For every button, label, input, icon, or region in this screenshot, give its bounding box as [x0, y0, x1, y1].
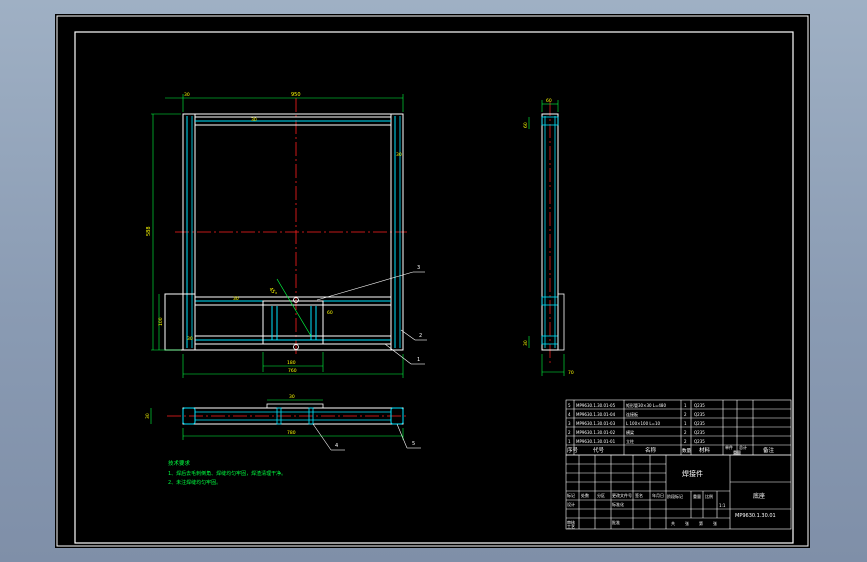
header-remark: 备注 [763, 446, 775, 454]
leader-3 [316, 271, 414, 301]
top-view: 30 30 780 4 5 [145, 394, 421, 451]
row3-name: L 100×100 L=10 [626, 421, 661, 426]
stage-label: 阶段标记 [667, 493, 683, 499]
side-view-top-text: 60 [546, 98, 552, 104]
cad-viewport[interactable]: 45° 950 30 30 30 30 60 30 588 100 180 76… [0, 0, 867, 562]
drawing-canvas: 45° 950 30 30 30 30 60 30 588 100 180 76… [56, 15, 809, 547]
top-view-top-label: 30 [289, 394, 295, 400]
front-label-l4: 60 [327, 310, 333, 316]
dim-bottom-a-text: 180 [287, 360, 296, 366]
side-view-left-text-b: 30 [523, 340, 529, 346]
notes-title: 技术要求 [168, 459, 191, 467]
row5-name: 立柱 [626, 438, 634, 444]
front-label-l5: 30 [187, 336, 193, 342]
role-approve: 批准 [612, 519, 620, 525]
balloon-1: 1 [417, 357, 420, 363]
drawing-sheet[interactable]: 45° 950 30 30 30 30 60 30 588 100 180 76… [55, 14, 810, 548]
header-code: 代号 [593, 446, 605, 454]
sheet-count-2: 张 [685, 520, 689, 526]
front-label-l1: 30 [251, 117, 257, 123]
header-unit: 单件 [725, 444, 733, 450]
row1-code: MP9630.1.30.01-05 [576, 403, 616, 408]
technical-notes: 技术要求 1、焊后去毛刺倒角、焊缝均匀牢固，焊渣清理干净。 2、未注焊缝均匀牢固… [168, 459, 286, 486]
row3-code: MP9630.1.30.01-03 [576, 421, 616, 426]
side-view-left-text-a: 60 [523, 122, 529, 128]
dim-top-text: 950 [291, 92, 301, 98]
parts-list-text: 5 MP9630.1.30.01-05 矩形管30×30 L=480 1 Q23… [567, 402, 775, 455]
top-view-bottom-text: 780 [287, 430, 296, 436]
side-view-bottom-text: 70 [568, 370, 574, 376]
sheet-count-3: 第 [699, 520, 703, 526]
row5-code: MP9630.1.30.01-01 [576, 439, 616, 444]
row2-no: 4 [568, 412, 571, 417]
notes-line-1: 1、焊后去毛刺倒角、焊缝均匀牢固，焊渣清理干净。 [168, 470, 286, 477]
balloon-4: 4 [335, 443, 338, 449]
parts-list [565, 399, 792, 456]
row4-code: MP9630.1.30.01-02 [576, 430, 616, 435]
company-name: 底座 [753, 492, 765, 500]
sheet-count-4: 张 [713, 520, 717, 526]
header-material: 材料 [699, 446, 711, 454]
row5-no: 1 [568, 439, 571, 444]
sheet-count-1: 共 [671, 520, 675, 526]
balloon-3: 3 [417, 265, 420, 271]
notes-line-2: 2、未注焊缝均匀牢固。 [168, 479, 221, 486]
field-zone: 分区 [597, 492, 605, 498]
row3-mat: Q235 [694, 421, 705, 426]
weight-label: 重量 [693, 493, 701, 499]
dim-bottom-b-text: 760 [288, 368, 297, 374]
row5-mat: Q235 [694, 439, 705, 444]
side-view-plate [557, 293, 565, 351]
row1-name: 矩形管30×30 L=480 [626, 402, 666, 408]
balloon-2: 2 [419, 333, 422, 339]
row5-qty: 2 [684, 439, 687, 444]
drawing-title: 焊接件 [682, 469, 703, 478]
scale-label: 比例 [705, 493, 713, 499]
header-name: 名称 [645, 446, 657, 454]
balloon-5: 5 [412, 441, 415, 447]
row1-mat: Q235 [694, 403, 705, 408]
row4-name: 横梁 [626, 429, 634, 435]
row2-name: 连接板 [626, 411, 638, 417]
front-label-l3: 30 [233, 296, 239, 302]
top-view-left-label: 30 [145, 413, 151, 419]
dim-left-text: 588 [146, 226, 152, 236]
angle-dim-text: 45° [267, 286, 278, 297]
row2-qty: 2 [684, 412, 687, 417]
dim-top-left-text: 30 [184, 92, 190, 98]
top-view-plate [266, 403, 324, 409]
field-sign: 签名 [635, 492, 643, 498]
leader-4 [312, 423, 332, 451]
role-design: 设计 [567, 501, 575, 507]
row3-no: 3 [568, 421, 571, 426]
field-mark: 标记 [567, 492, 575, 498]
title-block-text: 焊接件 底座 MP9630.1.30.01 阶段标记 重量 比例 1:1 共 张… [567, 469, 776, 529]
side-view: 60 60 30 70 [523, 98, 574, 376]
row4-no: 2 [568, 430, 571, 435]
header-qty: 数量 [682, 447, 691, 454]
row4-mat: Q235 [694, 430, 705, 435]
angle-leader [276, 278, 312, 337]
front-view: 45° 950 30 30 30 30 60 30 588 100 180 76… [146, 92, 427, 378]
scale-value: 1:1 [719, 503, 726, 508]
field-change-doc: 更改文件号 [612, 492, 632, 498]
row2-mat: Q235 [694, 412, 705, 417]
header-no: 序号 [567, 446, 579, 454]
role-process: 工艺 [567, 524, 575, 529]
header-weight: 重量 [733, 449, 741, 455]
role-standard: 标准化 [612, 501, 624, 507]
row2-code: MP9630.1.30.01-04 [576, 412, 616, 417]
parts-list-frame [565, 399, 792, 456]
row1-no: 5 [568, 403, 571, 408]
leader-1 [384, 343, 412, 365]
field-date: 年月日 [652, 492, 664, 498]
row1-qty: 1 [684, 403, 687, 408]
dim-left-lower-text: 100 [158, 317, 164, 326]
front-label-l2: 30 [396, 152, 402, 158]
field-count: 处数 [581, 492, 589, 498]
drawing-number: MP9630.1.30.01 [735, 513, 776, 519]
row3-qty: 1 [684, 421, 687, 426]
row4-qty: 2 [684, 430, 687, 435]
